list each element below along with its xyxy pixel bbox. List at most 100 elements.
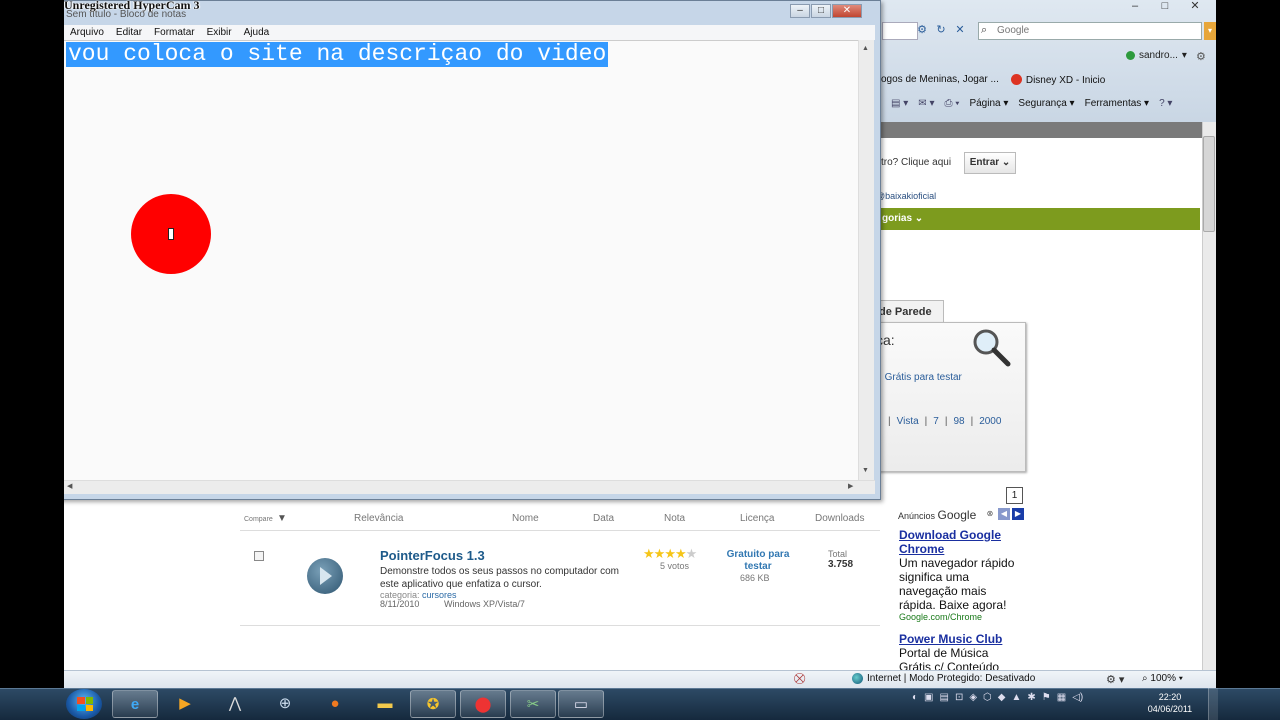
sort-license[interactable]: Licença [740,513,774,524]
compatibility-icon[interactable]: ⚙ [914,22,930,38]
filter-os[interactable]: 98 [953,416,964,427]
taskbar-media[interactable]: ▶ [162,690,208,718]
tray-icon[interactable]: ◆ [998,692,1006,703]
help-icon[interactable]: ? ▾ [1159,98,1172,109]
filter-free-trial[interactable]: Grátis para testar [885,372,962,383]
close-icon[interactable]: ✕ [832,4,862,18]
minimize-icon[interactable]: – [1120,0,1150,13]
vertical-scrollbar[interactable] [858,40,874,480]
magnifier-icon [973,329,1011,367]
stop-icon[interactable]: ✕ [952,22,968,38]
tools-menu[interactable]: Ferramentas ▾ [1085,98,1150,109]
taskbar-tool[interactable]: ✂ [510,690,556,718]
filter-os[interactable]: Vista [897,416,919,427]
favorite-link[interactable]: Disney XD - Inicio [1010,74,1105,86]
menu-format[interactable]: Formatar [154,25,195,40]
privacy-icon[interactable]: ⛒ [794,673,805,686]
browser-caption-buttons: – □ ✕ [1120,0,1210,14]
menu-file[interactable]: Arquivo [70,25,104,40]
search-input[interactable]: Google [978,22,1202,40]
clock-date: 04/06/2011 [1147,704,1193,714]
compare-checkbox[interactable] [254,551,264,561]
selected-text[interactable]: vou coloca o site na descriçao do video [66,42,609,67]
clock[interactable]: 22:20 04/06/2011 [1140,691,1200,715]
tray-icon[interactable]: ⊡ [955,692,963,703]
menu-help[interactable]: Ajuda [244,25,270,40]
security-menu[interactable]: Segurança ▾ [1018,98,1074,109]
taskbar-ie[interactable]: e [112,690,158,718]
taskbar-notepad[interactable]: ▭ [558,690,604,718]
license-link[interactable]: Gratuito para testar [724,549,792,573]
folder-icon: ▬ [377,695,393,712]
sort-name[interactable]: Nome [512,513,539,524]
login-prompt[interactable]: stro? Clique aqui [876,157,951,168]
filter-os[interactable]: 7 [933,416,939,427]
scrollbar-thumb[interactable] [1203,136,1215,232]
minimize-icon[interactable]: – [790,4,810,18]
ad-title[interactable]: Power Music Club [899,632,1023,646]
show-desktop-button[interactable] [1208,688,1218,720]
sort-relevance[interactable]: Relevância [354,513,403,524]
twitter-link[interactable]: @baixakioficial [876,191,936,201]
categories-bar[interactable]: gorias ⌄ [876,208,1200,230]
feeds-icon[interactable]: ▤ ▾ [891,98,908,109]
sort-rating[interactable]: Nota [664,513,685,524]
next-icon[interactable]: ▶ [1012,508,1024,520]
horizontal-scrollbar[interactable] [64,480,875,494]
tray-icon[interactable]: ◈ [969,692,977,703]
page-menu[interactable]: Página ▾ [969,98,1008,109]
ad-title[interactable]: Download Google Chrome [899,528,1023,556]
tab-wallpapers[interactable]: de Parede [876,300,944,322]
tray-icon[interactable]: ▲ [1011,692,1021,703]
refresh-icon[interactable]: ↻ [933,22,949,38]
tray-icon[interactable]: ▣ [924,692,933,703]
ad-info-icon[interactable]: ⊗ [984,508,996,520]
menu-edit[interactable]: Editar [116,25,142,40]
search-go-button[interactable]: ▾ [1204,22,1216,40]
tray-icon[interactable]: ◐ [912,692,918,703]
record-icon: ⬤ [474,696,492,713]
favorite-link[interactable]: Jogos de Meninas, Jogar ... [876,74,999,86]
scroll-down-icon[interactable]: ▼ [862,467,869,474]
scroll-up-icon[interactable]: ▲ [862,45,869,52]
tray-icon[interactable]: ▤ [940,692,949,703]
maximize-icon[interactable]: □ [811,4,831,18]
ad-url[interactable]: Google.com/Chrome [899,612,1023,622]
taskbar-recorder[interactable]: ⬤ [460,690,506,718]
taskbar-explorer[interactable]: ▬ [362,690,408,718]
text-cursor-icon [168,228,174,240]
sort-downloads[interactable]: Downloads [815,513,864,524]
taskbar-firefox[interactable]: ● [312,690,358,718]
zoom-level[interactable]: ⌕ 100% ▾ [1142,673,1183,684]
tray-icon[interactable]: ✱ [1027,692,1035,703]
address-bar[interactable] [882,22,918,40]
program-icon[interactable] [307,558,343,594]
print-icon[interactable]: ⎙ ▾ [944,98,959,109]
close-icon[interactable]: ✕ [1180,0,1210,13]
taskbar-hypercam[interactable]: ✪ [410,690,456,718]
menu-view[interactable]: Exibir [207,25,232,40]
user-account[interactable]: sandro... ▾ [1126,50,1187,61]
flag-icon[interactable]: ⚑ [1042,692,1051,703]
scroll-left-icon[interactable]: ◀ [67,482,72,490]
security-zone[interactable]: Internet | Modo Protegido: Desativado [852,673,1035,684]
file-size: 686 KB [740,573,770,583]
prev-icon[interactable]: ◀ [998,508,1010,520]
program-title[interactable]: PointerFocus 1.3 [380,548,485,563]
maximize-icon[interactable]: □ [1150,0,1180,13]
network-status-icon[interactable]: ▦ [1057,692,1066,703]
compare-arrow-icon[interactable]: ▼ [277,513,287,524]
sort-date[interactable]: Data [593,513,614,524]
taskbar-app[interactable]: ⋀ [212,690,258,718]
scroll-right-icon[interactable]: ▶ [848,482,853,490]
taskbar-network[interactable]: ⊕ [262,690,308,718]
protected-mode-icon[interactable]: ⚙ ▾ [1106,673,1124,686]
page-number[interactable]: 1 [1006,487,1023,504]
filter-os[interactable]: 2000 [979,416,1001,427]
mail-icon[interactable]: ✉ ▾ [918,98,934,109]
command-bar: ▾ ▤ ▾ ✉ ▾ ⎙ ▾ Página ▾ Segurança ▾ Ferra… [876,98,1172,109]
gear-icon[interactable]: ⚙ [1196,50,1206,63]
login-button[interactable]: Entrar ⌄ [964,152,1016,174]
tray-icon[interactable]: ⬡ [983,692,992,703]
volume-icon[interactable]: ◁) [1072,692,1083,703]
